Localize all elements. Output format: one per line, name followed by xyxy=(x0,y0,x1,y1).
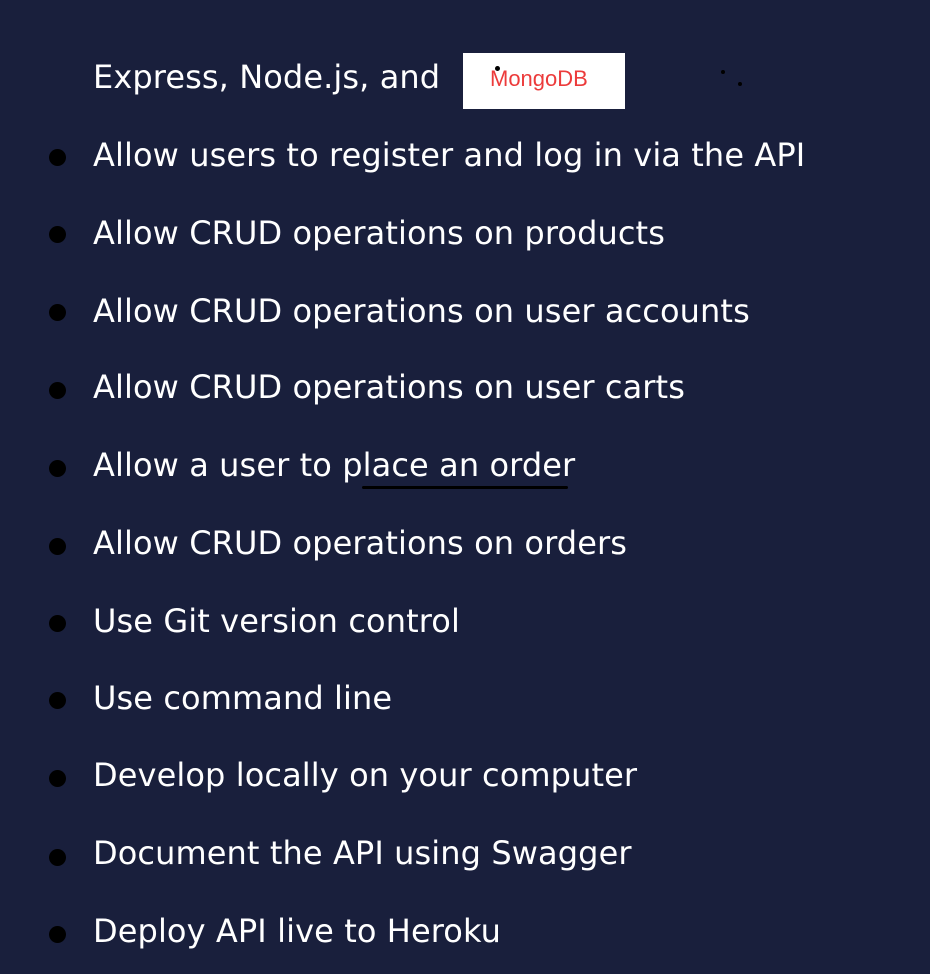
list-item: Document the API using Swagger xyxy=(93,834,632,872)
bullet-dot xyxy=(49,926,66,943)
intro-line: Express, Node.js, and xyxy=(93,58,441,96)
list-item: Allow users to register and log in via t… xyxy=(93,136,806,174)
handwritten-underline xyxy=(362,486,568,489)
bullet-dot xyxy=(49,149,66,166)
annotation-dot xyxy=(495,66,500,71)
bullet-dot xyxy=(49,304,66,321)
list-item: Allow CRUD operations on user carts xyxy=(93,368,685,406)
bullet-dot xyxy=(49,226,66,243)
list-item: Allow CRUD operations on products xyxy=(93,214,665,252)
list-item: Develop locally on your computer xyxy=(93,756,638,794)
list-item: Deploy API live to Heroku xyxy=(93,912,501,950)
annotation-dot xyxy=(738,82,742,86)
slide: { "intro": { "text": "Express, Node.js, … xyxy=(0,0,930,974)
mongodb-label: MongoDB xyxy=(490,66,588,91)
bullet-dot xyxy=(49,615,66,632)
list-item: Allow CRUD operations on user accounts xyxy=(93,292,750,330)
bullet-dot xyxy=(49,538,66,555)
bullet-dot xyxy=(49,770,66,787)
bullet-dot xyxy=(49,692,66,709)
list-item: Use command line xyxy=(93,679,393,717)
bullet-dot xyxy=(49,849,66,866)
list-item: Use Git version control xyxy=(93,602,460,640)
annotation-dot xyxy=(721,70,725,74)
list-item: Allow a user to place an order xyxy=(93,446,576,484)
list-item: Allow CRUD operations on orders xyxy=(93,524,628,562)
bullet-dot xyxy=(49,382,66,399)
bullet-dot xyxy=(49,460,66,477)
